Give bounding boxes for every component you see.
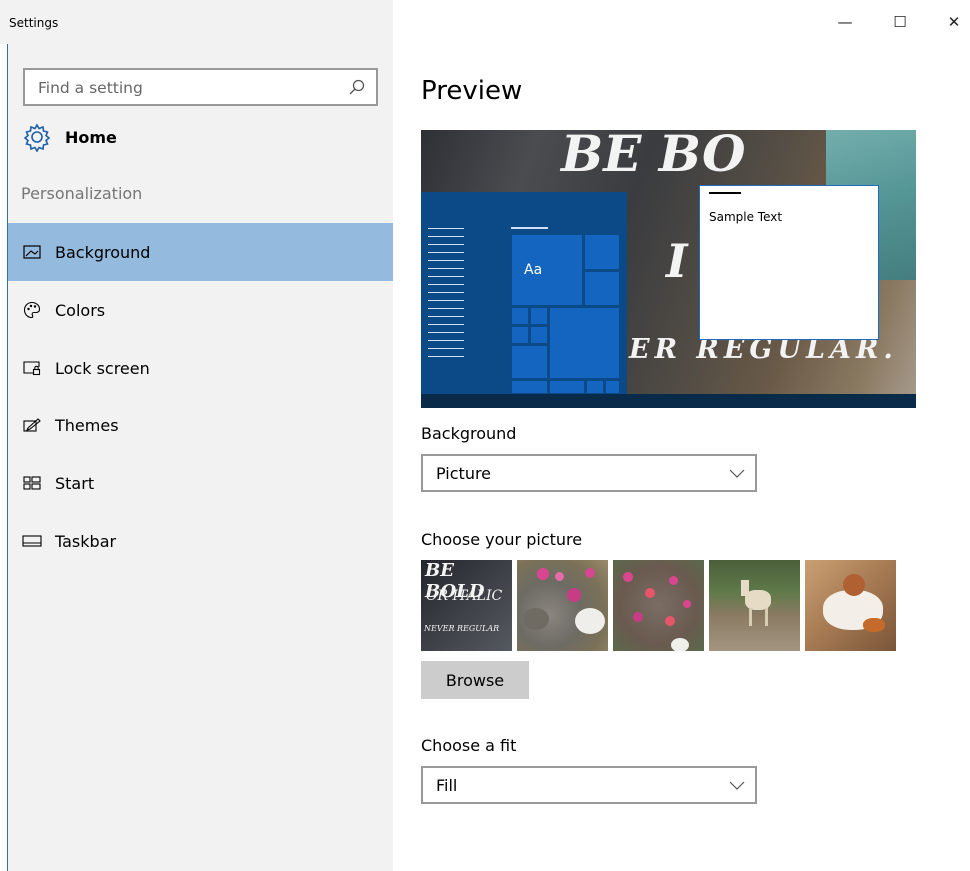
minimize-icon: —: [837, 13, 853, 31]
background-dropdown-value: Picture: [436, 464, 492, 483]
browse-button[interactable]: Browse: [421, 661, 529, 699]
sidebar-item-themes[interactable]: Themes: [8, 396, 393, 454]
picture-thumbnail[interactable]: [709, 560, 800, 651]
preview-window: Sample Text: [699, 185, 879, 340]
sidebar: Find a setting Home Personalization Back…: [8, 44, 393, 871]
picture-icon: [22, 242, 42, 262]
section-title: Personalization: [21, 184, 143, 203]
preview-sample-text: Sample Text: [709, 210, 783, 224]
chevron-down-icon: [729, 781, 745, 790]
preview-wallpaper-text: BE BO: [561, 130, 746, 183]
title-bar: Settings — ☐ ✕: [0, 0, 970, 44]
choose-picture-label: Choose your picture: [421, 530, 583, 549]
maximize-icon: ☐: [893, 13, 907, 31]
picture-thumbnails: BE BOLD OR ITALIC NEVER REGULAR: [421, 560, 901, 651]
close-icon: ✕: [947, 13, 961, 31]
background-dropdown[interactable]: Picture: [421, 454, 757, 492]
page-title: Preview: [421, 76, 523, 106]
preview-wallpaper-text: I: [666, 234, 688, 288]
fit-dropdown[interactable]: Fill: [421, 766, 757, 804]
home-link[interactable]: Home: [22, 120, 117, 154]
desktop-preview: BE BO I ER REGULAR. Aa Sample Text: [421, 130, 916, 408]
close-button[interactable]: ✕: [931, 0, 970, 44]
palette-icon: [22, 300, 42, 320]
sidebar-item-lock-screen[interactable]: Lock screen: [8, 339, 393, 397]
search-icon[interactable]: [348, 78, 366, 96]
sidebar-item-label: Taskbar: [55, 531, 117, 551]
preview-tile: Aa: [511, 234, 583, 306]
chevron-down-icon: [729, 469, 745, 478]
fit-dropdown-value: Fill: [436, 776, 458, 795]
title-bar-left-bg: [0, 0, 393, 44]
sidebar-item-label: Themes: [55, 415, 119, 435]
preview-tiles: Aa: [511, 234, 626, 394]
preview-start-menu: Aa: [421, 192, 627, 394]
picture-thumbnail[interactable]: [613, 560, 704, 651]
lock-screen-icon: [22, 358, 42, 378]
start-icon: [22, 473, 42, 493]
home-label: Home: [65, 127, 117, 147]
sidebar-item-label: Colors: [55, 300, 106, 320]
themes-icon: [22, 415, 42, 435]
sidebar-item-start[interactable]: Start: [8, 454, 393, 512]
maximize-button[interactable]: ☐: [877, 0, 923, 44]
sidebar-item-colors[interactable]: Colors: [8, 281, 393, 339]
sidebar-item-label: Start: [55, 473, 95, 493]
main-pane: Preview BE BO I ER REGULAR. Aa Sample Te…: [393, 44, 970, 871]
preview-tile-label: Aa: [524, 262, 543, 278]
choose-fit-label: Choose a fit: [421, 736, 517, 755]
gear-icon: [23, 123, 51, 152]
picture-thumbnail[interactable]: [517, 560, 608, 651]
background-label: Background: [421, 424, 517, 443]
thumbnail-text: OR ITALIC: [426, 588, 503, 604]
picture-thumbnail[interactable]: [805, 560, 896, 651]
sidebar-item-label: Background: [55, 242, 151, 262]
sidebar-item-label: Lock screen: [55, 358, 150, 378]
preview-taskbar: [421, 394, 916, 408]
window-title: Settings: [9, 16, 59, 30]
taskbar-icon: [22, 531, 42, 551]
picture-thumbnail[interactable]: BE BOLD OR ITALIC NEVER REGULAR: [421, 560, 512, 651]
search-input[interactable]: Find a setting: [38, 79, 143, 97]
sidebar-item-taskbar[interactable]: Taskbar: [8, 512, 393, 570]
thumbnail-text: NEVER REGULAR: [424, 624, 500, 633]
search-box[interactable]: Find a setting: [23, 68, 378, 106]
sidebar-item-background[interactable]: Background: [8, 223, 393, 281]
minimize-button[interactable]: —: [822, 0, 868, 44]
